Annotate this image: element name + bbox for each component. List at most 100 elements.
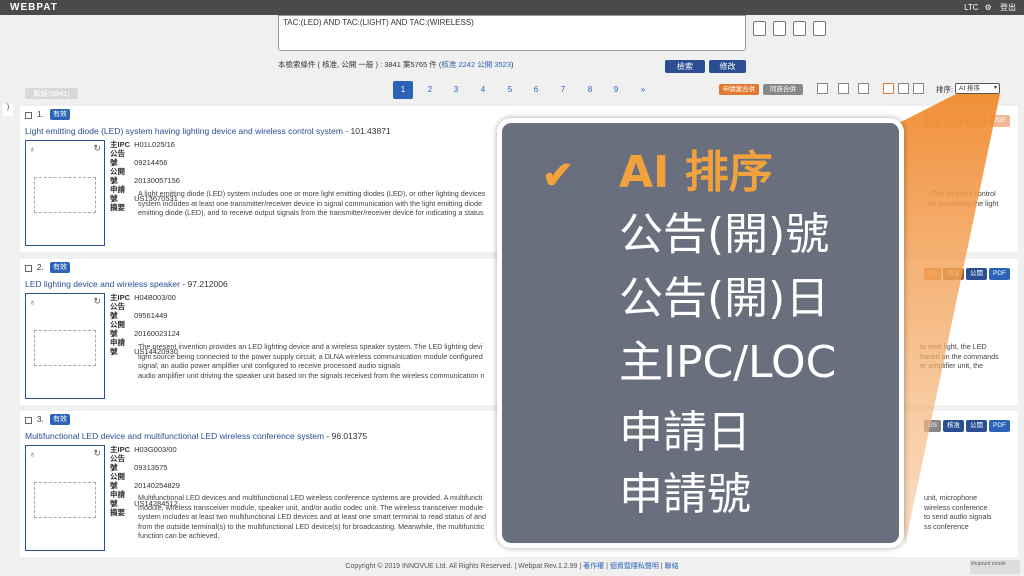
app-no-label: 申請號	[110, 338, 125, 356]
abstract-line: . The wireless control	[928, 189, 996, 198]
sort-option-app-date[interactable]: 申請日	[619, 407, 751, 459]
privacy-link[interactable]: 個資暨隱私聲明	[610, 563, 659, 570]
user-name[interactable]: LTC	[964, 3, 979, 12]
pdf-button[interactable]: PDF	[989, 268, 1010, 280]
award-icon: ♁	[29, 144, 36, 154]
export-icon[interactable]	[773, 21, 786, 36]
status-badge: 有效	[50, 262, 70, 273]
ipc-value: H01L025/16	[134, 140, 175, 149]
published-button[interactable]: 公開	[966, 268, 987, 280]
rotate-icon[interactable]: ↻	[93, 448, 101, 459]
logout-link[interactable]: 登出	[1000, 3, 1016, 12]
page-7[interactable]: 7	[553, 81, 573, 99]
edit-button[interactable]: 修改	[709, 60, 746, 73]
sort-select[interactable]: AI 排序 ▾	[955, 83, 1000, 94]
page-6[interactable]: 6	[526, 81, 546, 99]
user-icon[interactable]: ⚙	[985, 3, 992, 12]
status-badge: 有效	[50, 109, 70, 120]
page-next[interactable]: »	[633, 81, 653, 99]
granted-button[interactable]: 核准	[943, 420, 964, 432]
granted-link[interactable]: 核准 2242	[441, 60, 475, 69]
webpat-logo[interactable]: WEBPAT	[10, 2, 58, 13]
published-link[interactable]: 公開 3523	[477, 60, 511, 69]
pen-icon[interactable]	[838, 83, 849, 94]
page-2[interactable]: 2	[420, 81, 440, 99]
pub-date-label: 公開號	[110, 472, 125, 490]
result-checkbox[interactable]	[25, 417, 32, 424]
rotate-icon[interactable]: ↻	[93, 143, 101, 154]
patent-drawing	[34, 482, 96, 518]
file-icon[interactable]	[817, 83, 828, 94]
ipc-label: 主IPC	[110, 445, 131, 454]
result-title[interactable]: Light emitting diode (LED) system having…	[25, 126, 391, 136]
result-title[interactable]: LED lighting device and wireless speaker…	[25, 279, 228, 289]
sort-option-pub-date[interactable]: 公告(開)日	[619, 273, 829, 325]
patent-drawing-thumbnail[interactable]: ♁ ↻	[25, 293, 105, 399]
ipc-value: H04B003/00	[134, 293, 176, 302]
ipc-value: H03G003/00	[134, 445, 177, 454]
page-1[interactable]: 1	[393, 81, 413, 99]
sort-option-app-no[interactable]: 申請號	[619, 469, 751, 521]
result-title[interactable]: Multifunctional LED device and multifunc…	[25, 431, 367, 441]
relevance-score: - 101.43871	[342, 126, 391, 136]
sidebar-toggle-icon[interactable]: )	[3, 104, 13, 116]
pub-date-value: 20130057156	[134, 176, 180, 185]
result-checkbox[interactable]	[25, 112, 32, 119]
chevron-down-icon: ▾	[993, 85, 997, 91]
gear-icon[interactable]	[858, 83, 869, 94]
country-badge: US	[923, 115, 941, 127]
patent-drawing-thumbnail[interactable]: ♁ ↻	[25, 445, 105, 551]
settings-icon[interactable]	[753, 21, 766, 36]
rotate-icon[interactable]: ↻	[93, 296, 101, 307]
ipc-label: 主IPC	[110, 140, 131, 149]
footer: Copyright © 2019 INNOVUE Ltd. All Rights…	[345, 563, 679, 570]
query-info-suffix: )	[511, 60, 514, 69]
download-icon[interactable]	[813, 21, 826, 36]
author-link[interactable]: 著作權	[583, 563, 604, 570]
search-doc-icon[interactable]	[793, 21, 806, 36]
sort-option-ipc[interactable]: 主IPC/LOC	[619, 337, 836, 389]
query-textarea[interactable]: TAC:(LED) AND TAC:(LIGHT) AND TAC:(WIREL…	[278, 15, 746, 51]
result-title-text[interactable]: Multifunctional LED device and multifunc…	[25, 431, 324, 441]
view-list-icon[interactable]	[898, 83, 909, 94]
granted-button[interactable]: 核准	[943, 268, 964, 280]
result-count-pill[interactable]: 聯紙(3841)	[25, 88, 78, 99]
page-3[interactable]: 3	[446, 81, 466, 99]
abstract-line: to emit light, the LED	[920, 342, 987, 351]
contact-link[interactable]: 聯絡	[665, 563, 679, 570]
result-title-text[interactable]: LED lighting device and wireless speaker	[25, 279, 180, 289]
abstract-line: ss conference	[924, 521, 969, 531]
result-title-text[interactable]: Light emitting diode (LED) system having…	[25, 126, 343, 136]
pub-no-value: 09214456	[134, 158, 168, 167]
page-9[interactable]: 9	[606, 81, 626, 99]
country-badge: US	[923, 268, 941, 280]
merge-family-button[interactable]: 同族合併	[763, 84, 803, 95]
result-abstract-right: . The wireless control for controlling t…	[928, 189, 1013, 208]
sort-option-pub-no[interactable]: 公告(開)號	[619, 209, 829, 261]
result-actions: US 核准 公開 PDF	[922, 420, 1010, 432]
patent-drawing-thumbnail[interactable]: ♁ ↻	[25, 140, 105, 246]
pdf-button[interactable]: PDF	[989, 420, 1010, 432]
published-button[interactable]: 公開	[966, 420, 987, 432]
copyright-text: Copyright © 2019 INNOVUE Ltd. All Rights…	[345, 563, 582, 570]
result-checkbox[interactable]	[25, 265, 32, 272]
search-button[interactable]: 檢索	[665, 60, 705, 73]
result-abstract-right: unit, microphone wireless conference to …	[924, 493, 1013, 531]
result-actions: US 核准 公開 PDF	[922, 268, 1010, 280]
award-icon: ♁	[29, 297, 36, 307]
sort-option-ai[interactable]: AI 排序	[619, 147, 773, 199]
ipc-label: 主IPC	[110, 293, 131, 302]
page-4[interactable]: 4	[473, 81, 493, 99]
page-5[interactable]: 5	[500, 81, 520, 99]
pdf-button[interactable]: PDF	[989, 115, 1010, 127]
pub-no-value: 09561449	[134, 311, 168, 320]
merge-application-button[interactable]: 申請案合併	[719, 84, 759, 95]
pub-date-value: 20160023124	[134, 329, 180, 338]
granted-button[interactable]: 核准	[943, 115, 964, 127]
country-badge: US	[923, 420, 941, 432]
view-grid-icon[interactable]	[913, 83, 924, 94]
result-number: 1.	[37, 110, 44, 119]
view-detail-icon[interactable]	[883, 83, 894, 94]
published-button[interactable]: 公開	[966, 115, 987, 127]
page-8[interactable]: 8	[580, 81, 600, 99]
